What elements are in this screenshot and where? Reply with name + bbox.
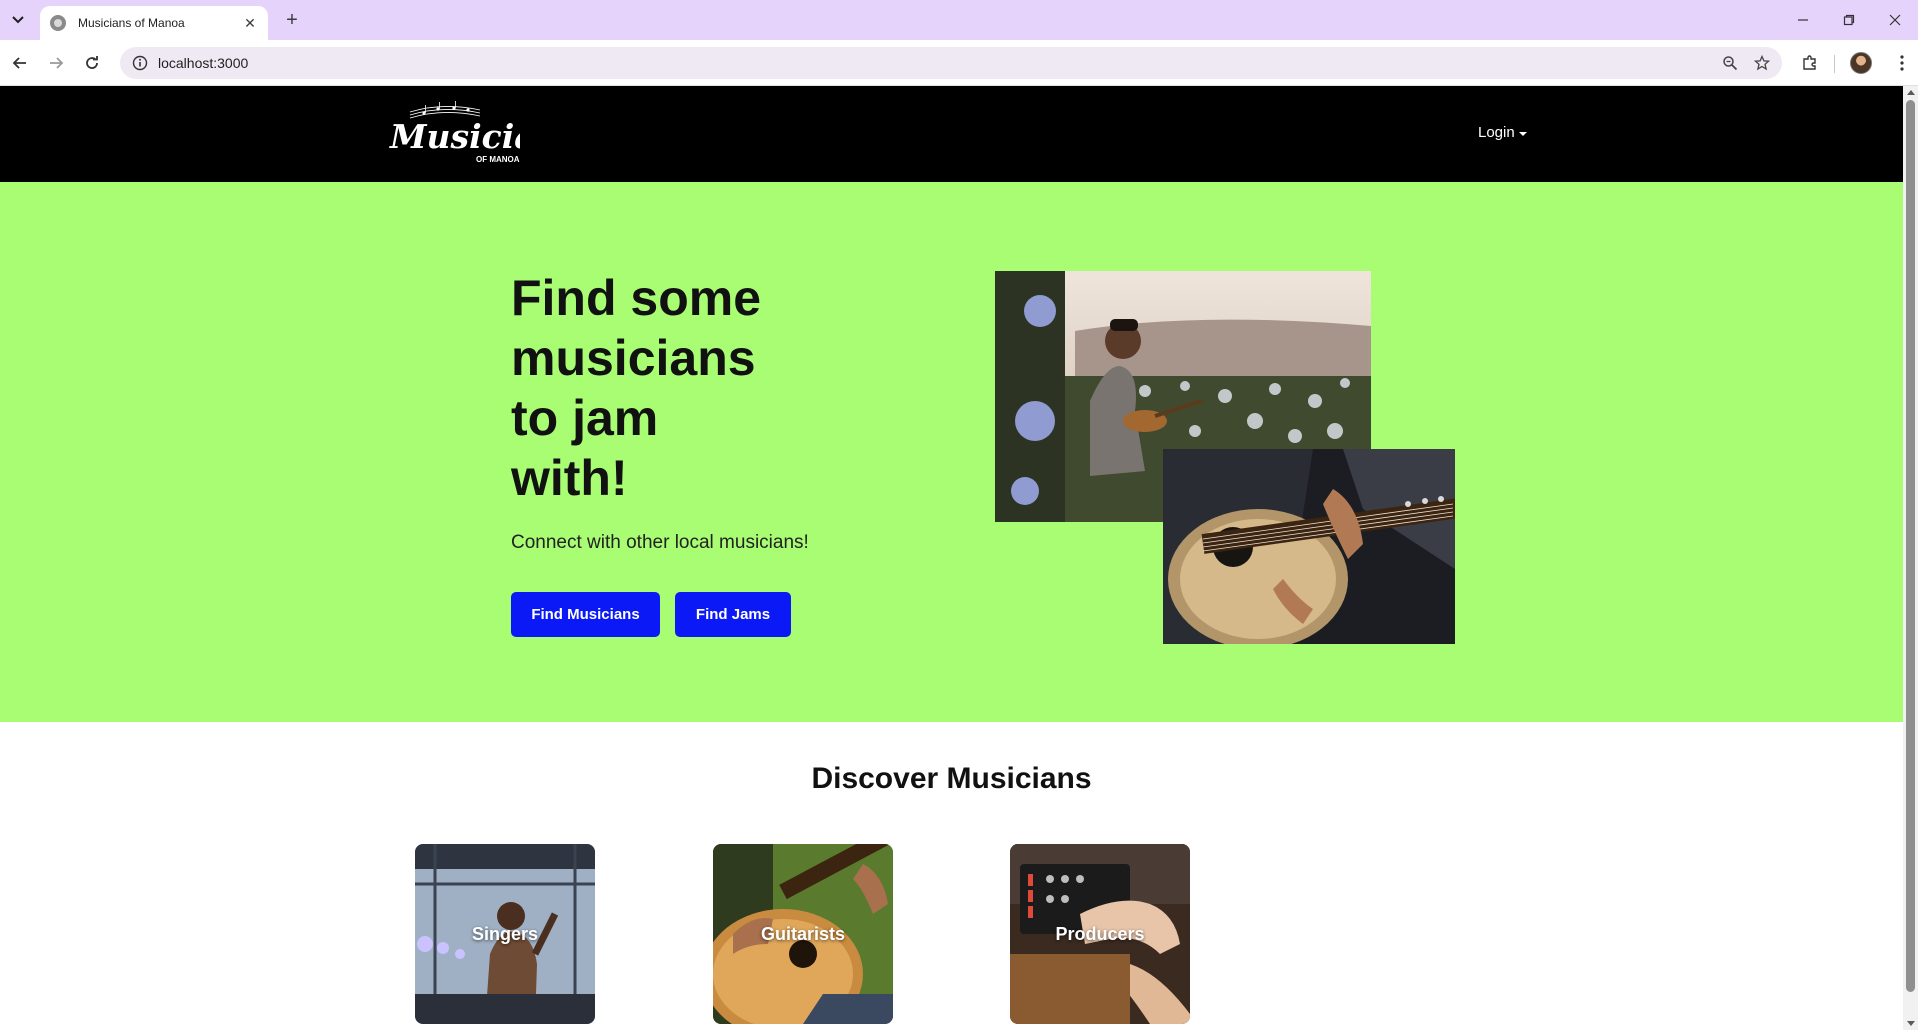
address-bar[interactable]: localhost:3000 — [120, 47, 1782, 79]
extensions-icon[interactable] — [1798, 51, 1822, 75]
acoustic-guitar-photo — [1163, 449, 1455, 644]
category-label: Singers — [471, 924, 539, 944]
hero-title: Find some musicians to jam with! — [511, 268, 831, 508]
scroll-down-icon[interactable] — [1907, 1021, 1915, 1026]
close-tab-icon[interactable]: ✕ — [242, 15, 258, 31]
bookmark-star-icon[interactable] — [1752, 53, 1772, 73]
page-viewport: Musicians OF MANOA Login Find some music… — [0, 86, 1903, 1030]
new-tab-button[interactable]: + — [280, 8, 304, 32]
tab-title: Musicians of Manoa — [78, 16, 185, 30]
url-text: localhost:3000 — [158, 55, 249, 71]
profile-avatar[interactable] — [1850, 52, 1872, 74]
login-dropdown[interactable]: Login — [1478, 124, 1527, 141]
tab-search-icon[interactable] — [6, 8, 30, 32]
reload-icon[interactable] — [80, 51, 104, 75]
find-jams-button[interactable]: Find Jams — [675, 592, 791, 637]
site-navbar: Musicians OF MANOA Login — [0, 86, 1903, 182]
category-card-singers[interactable]: Singers — [415, 844, 595, 1024]
category-label: Producers — [1055, 924, 1145, 944]
login-label: Login — [1478, 124, 1515, 141]
logo-wordmark: Musicians — [389, 117, 520, 156]
window-controls — [1780, 0, 1918, 40]
hero-title-line: Find some — [511, 270, 762, 326]
find-musicians-button[interactable]: Find Musicians — [511, 592, 660, 637]
category-card-producers[interactable]: Producers — [1010, 844, 1190, 1024]
forward-arrow-icon[interactable] — [44, 51, 68, 75]
musicians-of-manoa-logo[interactable]: Musicians OF MANOA — [388, 100, 578, 166]
browser-tabstrip: Musicians of Manoa ✕ + — [0, 0, 1918, 40]
zoom-icon[interactable] — [1720, 53, 1740, 73]
logo-subtitle: OF MANOA — [476, 155, 520, 164]
toolbar-divider — [1834, 55, 1835, 73]
scrollbar-thumb[interactable] — [1906, 100, 1915, 992]
caret-down-icon — [1518, 131, 1527, 136]
browser-toolbar: localhost:3000 — [0, 40, 1918, 86]
site-info-icon[interactable] — [130, 53, 150, 73]
hero-title-line: musicians — [511, 330, 756, 386]
hero-section: Find some musicians to jam with! Connect… — [0, 182, 1903, 722]
hero-title-line: with! — [511, 450, 628, 506]
restore-icon[interactable] — [1826, 0, 1872, 40]
close-window-icon[interactable] — [1872, 0, 1918, 40]
category-card-guitarists[interactable]: Guitarists — [713, 844, 893, 1024]
globe-icon — [50, 15, 66, 31]
browser-tab-active[interactable]: Musicians of Manoa ✕ — [40, 6, 268, 40]
hero-subtitle: Connect with other local musicians! — [511, 532, 809, 553]
discover-musicians-heading: Discover Musicians — [811, 762, 1092, 795]
browser-menu-icon[interactable] — [1890, 51, 1914, 75]
hero-title-line: to jam — [511, 390, 659, 446]
scroll-up-icon[interactable] — [1907, 90, 1915, 95]
category-label: Guitarists — [760, 924, 846, 944]
minimize-icon[interactable] — [1780, 0, 1826, 40]
back-arrow-icon[interactable] — [8, 51, 32, 75]
vertical-scrollbar[interactable] — [1903, 86, 1918, 1030]
